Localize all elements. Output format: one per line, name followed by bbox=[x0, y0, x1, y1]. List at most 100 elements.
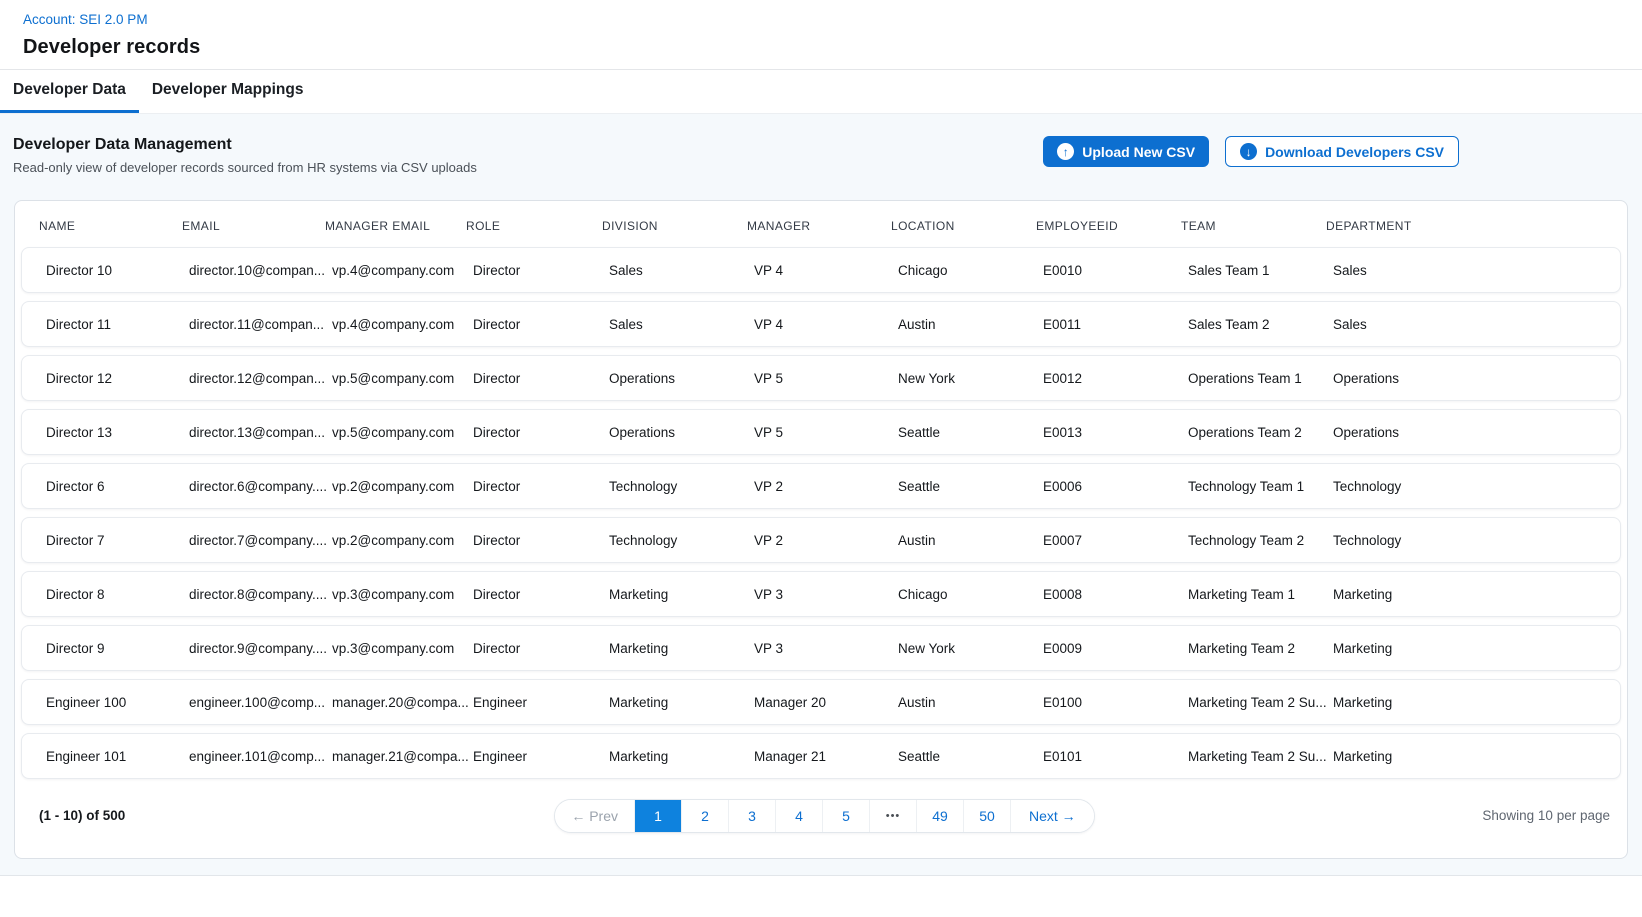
cell-manager-email: manager.20@compa... bbox=[332, 695, 473, 710]
cell-team: Marketing Team 2 Su... bbox=[1188, 749, 1333, 764]
tab-developer-mappings[interactable]: Developer Mappings bbox=[139, 70, 317, 113]
cell-manager: VP 3 bbox=[754, 587, 898, 602]
cell-name: Director 9 bbox=[46, 641, 189, 656]
cell-employeeid: E0010 bbox=[1043, 263, 1188, 278]
cell-department: Marketing bbox=[1333, 587, 1610, 602]
cell-name: Director 8 bbox=[46, 587, 189, 602]
cell-employeeid: E0008 bbox=[1043, 587, 1188, 602]
cell-employeeid: E0013 bbox=[1043, 425, 1188, 440]
page-button-5[interactable]: 5 bbox=[822, 800, 869, 832]
cell-email: director.7@company.... bbox=[189, 533, 332, 548]
cell-division: Marketing bbox=[609, 749, 754, 764]
cell-manager-email: vp.3@company.com bbox=[332, 587, 473, 602]
page-title: Developer records bbox=[23, 36, 1642, 59]
table-row: Director 9 director.9@company.... vp.3@c… bbox=[21, 625, 1621, 671]
cell-department: Marketing bbox=[1333, 641, 1610, 656]
cell-email: director.13@compan... bbox=[189, 425, 332, 440]
cell-department: Sales bbox=[1333, 317, 1610, 332]
tab-developer-data[interactable]: Developer Data bbox=[0, 70, 139, 113]
cell-role: Director bbox=[473, 425, 609, 440]
page-button-50[interactable]: 50 bbox=[963, 800, 1010, 832]
column-header-role: ROLE bbox=[466, 219, 602, 233]
page-button-3[interactable]: 3 bbox=[728, 800, 775, 832]
column-header-name: NAME bbox=[39, 219, 182, 233]
section-header: Developer Data Management Read-only view… bbox=[0, 114, 1642, 175]
cell-department: Operations bbox=[1333, 371, 1610, 386]
column-header-email: EMAIL bbox=[182, 219, 325, 233]
cell-division: Marketing bbox=[609, 587, 754, 602]
prev-page-button[interactable]: ← Prev bbox=[555, 800, 634, 832]
column-header-division: DIVISION bbox=[602, 219, 747, 233]
cell-team: Technology Team 2 bbox=[1188, 533, 1333, 548]
upload-icon: ↑ bbox=[1057, 143, 1074, 160]
cell-email: director.6@company.... bbox=[189, 479, 332, 494]
per-page-label: Showing 10 per page bbox=[1095, 808, 1610, 823]
cell-department: Sales bbox=[1333, 263, 1610, 278]
column-header-team: TEAM bbox=[1181, 219, 1326, 233]
cell-location: Seattle bbox=[898, 749, 1043, 764]
next-page-button[interactable]: Next → bbox=[1010, 800, 1094, 832]
table-row: Director 7 director.7@company.... vp.2@c… bbox=[21, 517, 1621, 563]
table-body: Director 10 director.10@compan... vp.4@c… bbox=[15, 245, 1627, 779]
cell-location: Austin bbox=[898, 695, 1043, 710]
column-header-department: DEPARTMENT bbox=[1326, 219, 1617, 233]
page-button-49[interactable]: 49 bbox=[916, 800, 963, 832]
cell-manager: VP 2 bbox=[754, 533, 898, 548]
section-title: Developer Data Management bbox=[13, 136, 477, 154]
cell-email: director.10@compan... bbox=[189, 263, 332, 278]
cell-role: Director bbox=[473, 371, 609, 386]
cell-name: Director 10 bbox=[46, 263, 189, 278]
cell-role: Director bbox=[473, 263, 609, 278]
table-row: Director 11 director.11@compan... vp.4@c… bbox=[21, 301, 1621, 347]
cell-role: Director bbox=[473, 317, 609, 332]
cell-employeeid: E0009 bbox=[1043, 641, 1188, 656]
cell-location: New York bbox=[898, 371, 1043, 386]
upload-button-label: Upload New CSV bbox=[1082, 144, 1195, 160]
table-row: Engineer 100 engineer.100@comp... manage… bbox=[21, 679, 1621, 725]
download-button-label: Download Developers CSV bbox=[1265, 144, 1444, 160]
page-button-2[interactable]: 2 bbox=[681, 800, 728, 832]
cell-division: Sales bbox=[609, 263, 754, 278]
cell-team: Marketing Team 2 bbox=[1188, 641, 1333, 656]
cell-manager: VP 5 bbox=[754, 371, 898, 386]
cell-email: director.11@compan... bbox=[189, 317, 332, 332]
cell-name: Director 13 bbox=[46, 425, 189, 440]
page-button-1[interactable]: 1 bbox=[634, 800, 681, 832]
upload-new-csv-button[interactable]: ↑ Upload New CSV bbox=[1043, 136, 1209, 167]
table-row: Director 13 director.13@compan... vp.5@c… bbox=[21, 409, 1621, 455]
section-subtitle: Read-only view of developer records sour… bbox=[13, 160, 477, 175]
cell-employeeid: E0012 bbox=[1043, 371, 1188, 386]
account-link[interactable]: Account: SEI 2.0 PM bbox=[23, 12, 148, 27]
download-developers-csv-button[interactable]: ↓ Download Developers CSV bbox=[1225, 136, 1459, 167]
table-footer: (1 - 10) of 500 ← Prev 12345•••4950 Next… bbox=[15, 779, 1627, 858]
cell-role: Engineer bbox=[473, 695, 609, 710]
download-icon: ↓ bbox=[1240, 143, 1257, 160]
column-header-location: LOCATION bbox=[891, 219, 1036, 233]
table-row: Director 6 director.6@company.... vp.2@c… bbox=[21, 463, 1621, 509]
page-button-4[interactable]: 4 bbox=[775, 800, 822, 832]
cell-manager-email: vp.5@company.com bbox=[332, 425, 473, 440]
cell-department: Marketing bbox=[1333, 695, 1610, 710]
cell-role: Director bbox=[473, 587, 609, 602]
cell-name: Director 7 bbox=[46, 533, 189, 548]
cell-division: Technology bbox=[609, 479, 754, 494]
cell-department: Technology bbox=[1333, 479, 1610, 494]
cell-name: Director 6 bbox=[46, 479, 189, 494]
cell-location: New York bbox=[898, 641, 1043, 656]
cell-employeeid: E0101 bbox=[1043, 749, 1188, 764]
cell-manager-email: vp.4@company.com bbox=[332, 263, 473, 278]
content-area: Developer Data Management Read-only view… bbox=[0, 114, 1642, 876]
developer-table: NAME EMAIL MANAGER EMAIL ROLE DIVISION M… bbox=[14, 200, 1628, 859]
cell-location: Chicago bbox=[898, 263, 1043, 278]
cell-email: director.12@compan... bbox=[189, 371, 332, 386]
cell-department: Technology bbox=[1333, 533, 1610, 548]
section-buttons: ↑ Upload New CSV ↓ Download Developers C… bbox=[1043, 136, 1628, 167]
cell-manager: VP 2 bbox=[754, 479, 898, 494]
cell-division: Marketing bbox=[609, 641, 754, 656]
cell-location: Austin bbox=[898, 533, 1043, 548]
page-header: Account: SEI 2.0 PM Developer records bbox=[0, 0, 1642, 70]
cell-manager-email: vp.2@company.com bbox=[332, 533, 473, 548]
cell-location: Austin bbox=[898, 317, 1043, 332]
cell-team: Sales Team 2 bbox=[1188, 317, 1333, 332]
cell-division: Operations bbox=[609, 371, 754, 386]
